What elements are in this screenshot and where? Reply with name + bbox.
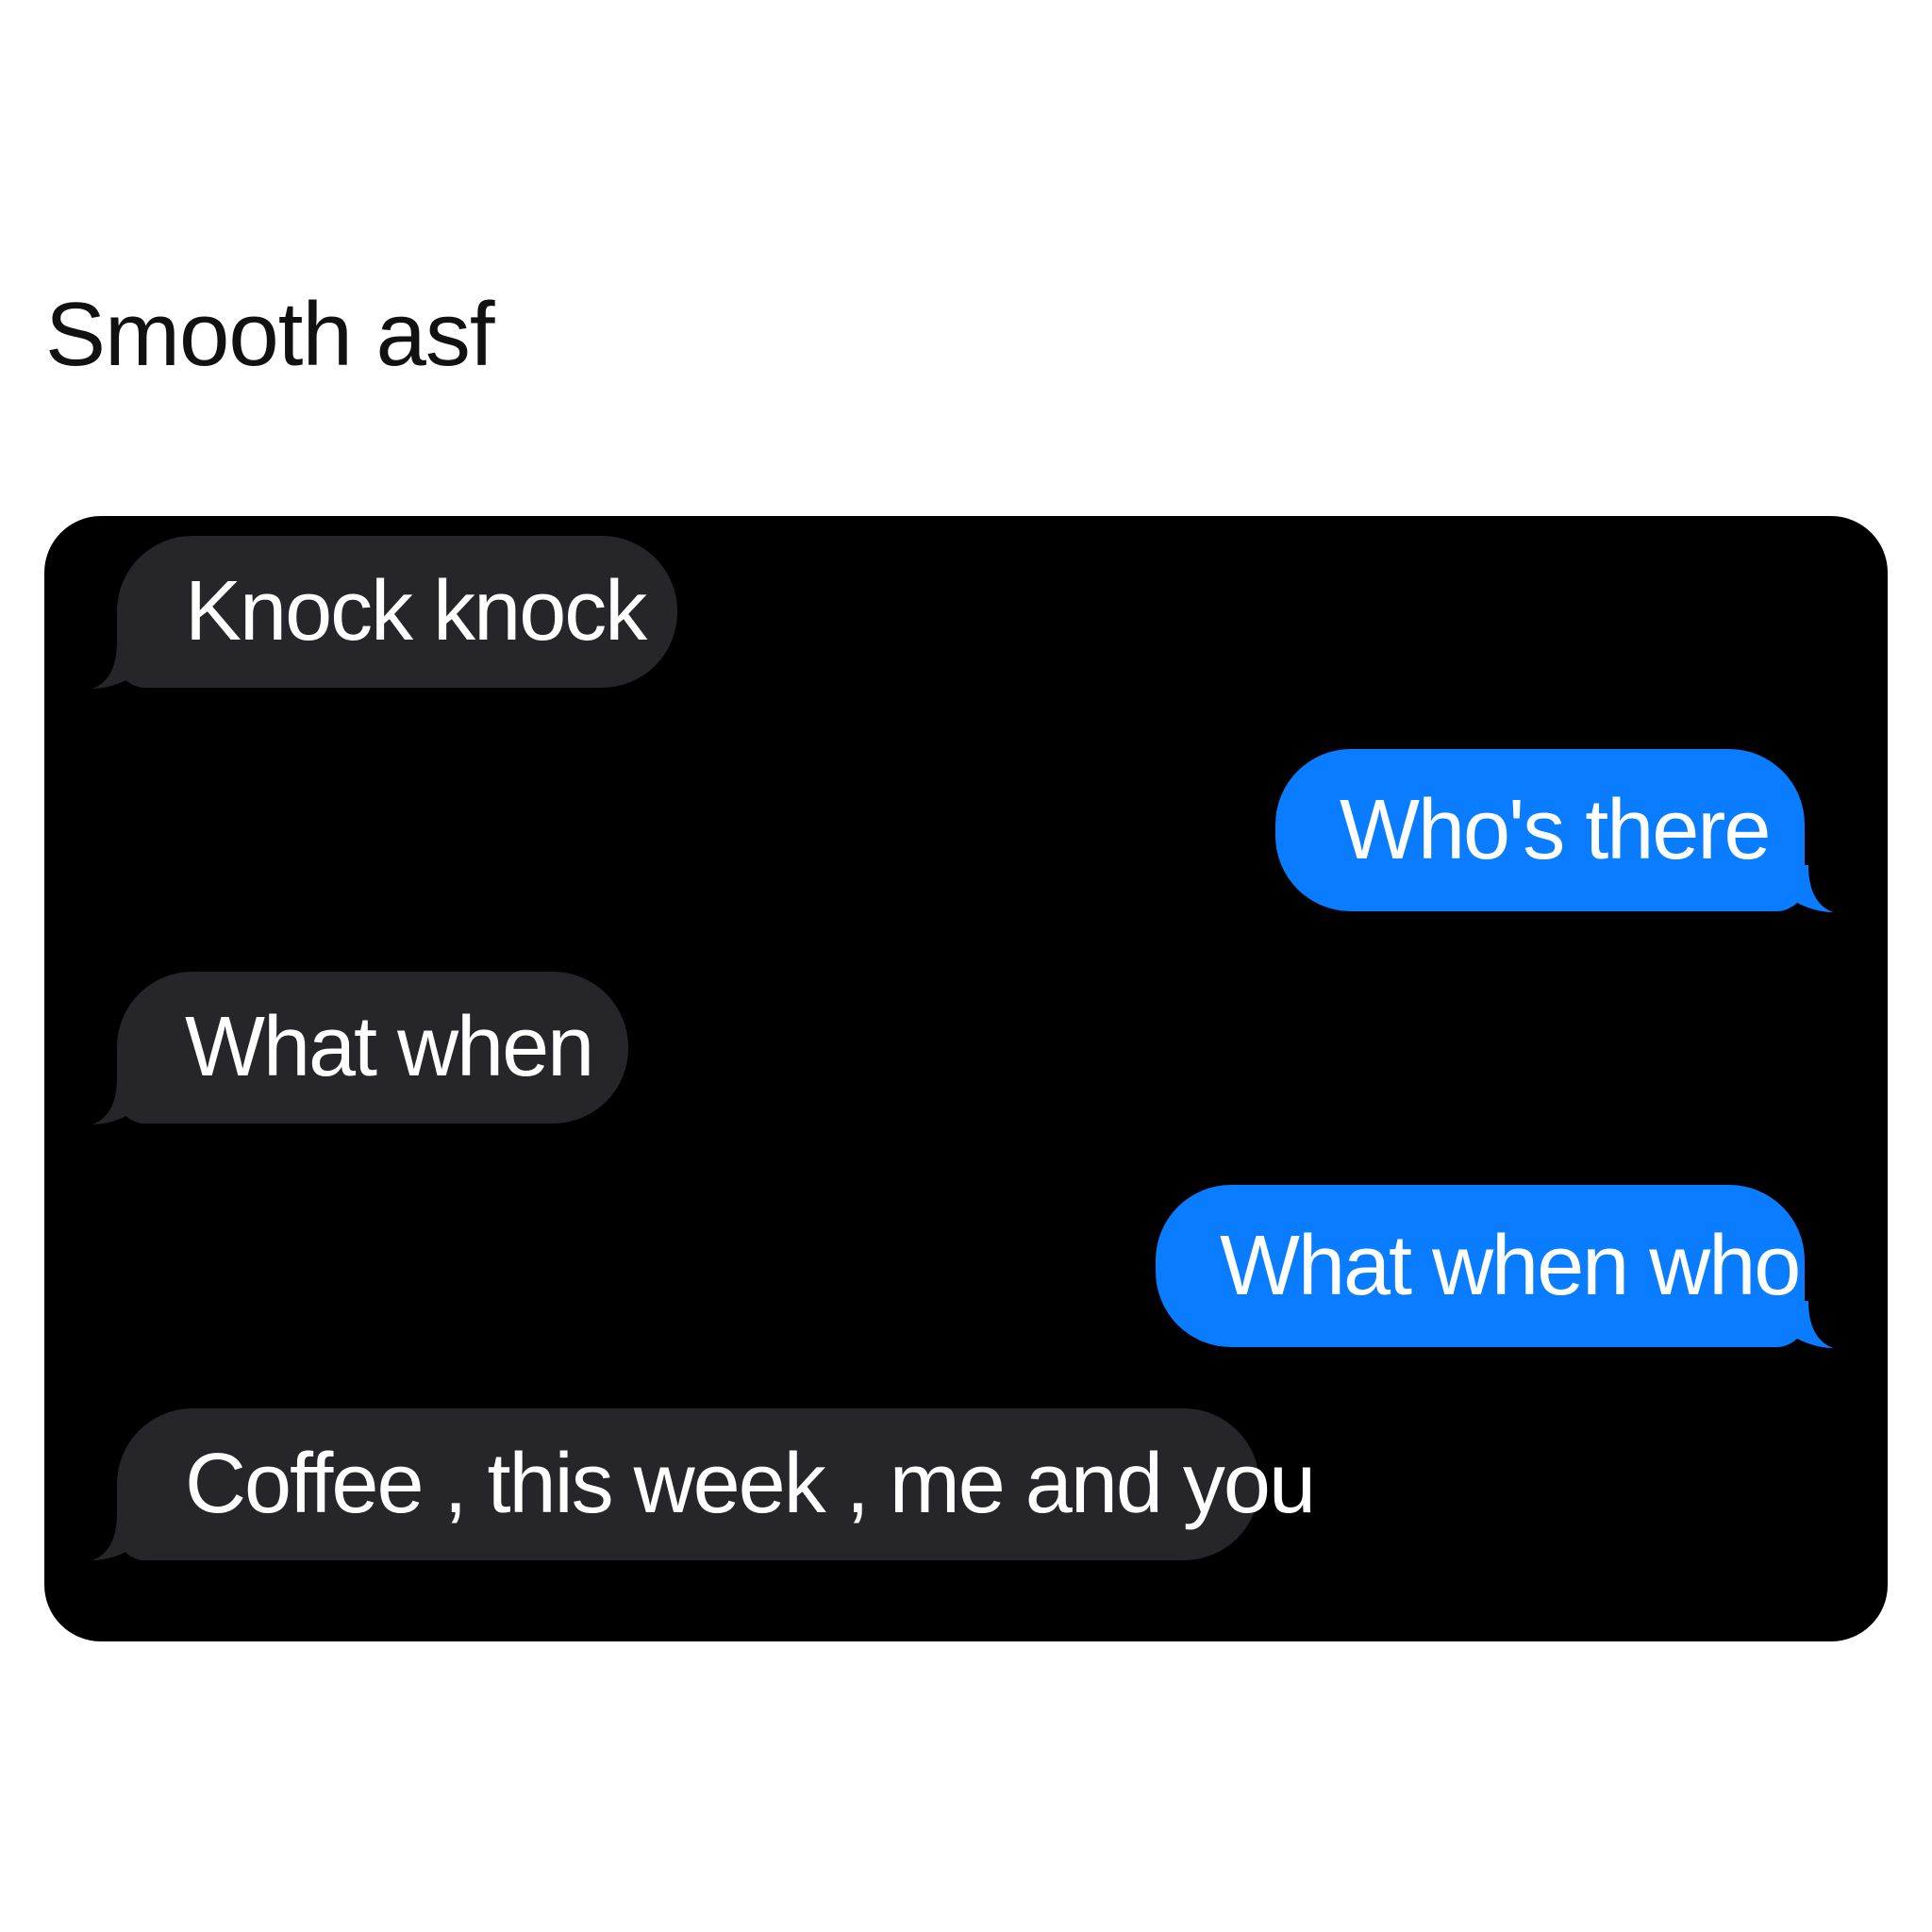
message-text: Coffee , this week , me and you bbox=[185, 1437, 1316, 1531]
message-text: What when who bbox=[1220, 1219, 1801, 1313]
post-caption: Smooth asf bbox=[45, 284, 495, 385]
message-bubble-outgoing[interactable]: What when who bbox=[1156, 1185, 1805, 1347]
message-bubble-outgoing[interactable]: Who's there bbox=[1275, 749, 1805, 911]
message-text: Knock knock bbox=[185, 564, 647, 658]
message-bubble-incoming[interactable]: Coffee , this week , me and you bbox=[117, 1408, 1316, 1560]
message-bubble-incoming[interactable]: Knock knock bbox=[117, 536, 677, 688]
message-bubble-incoming[interactable]: What when bbox=[117, 972, 628, 1124]
message-text: Who's there bbox=[1340, 783, 1771, 877]
message-text: What when bbox=[185, 1000, 594, 1094]
